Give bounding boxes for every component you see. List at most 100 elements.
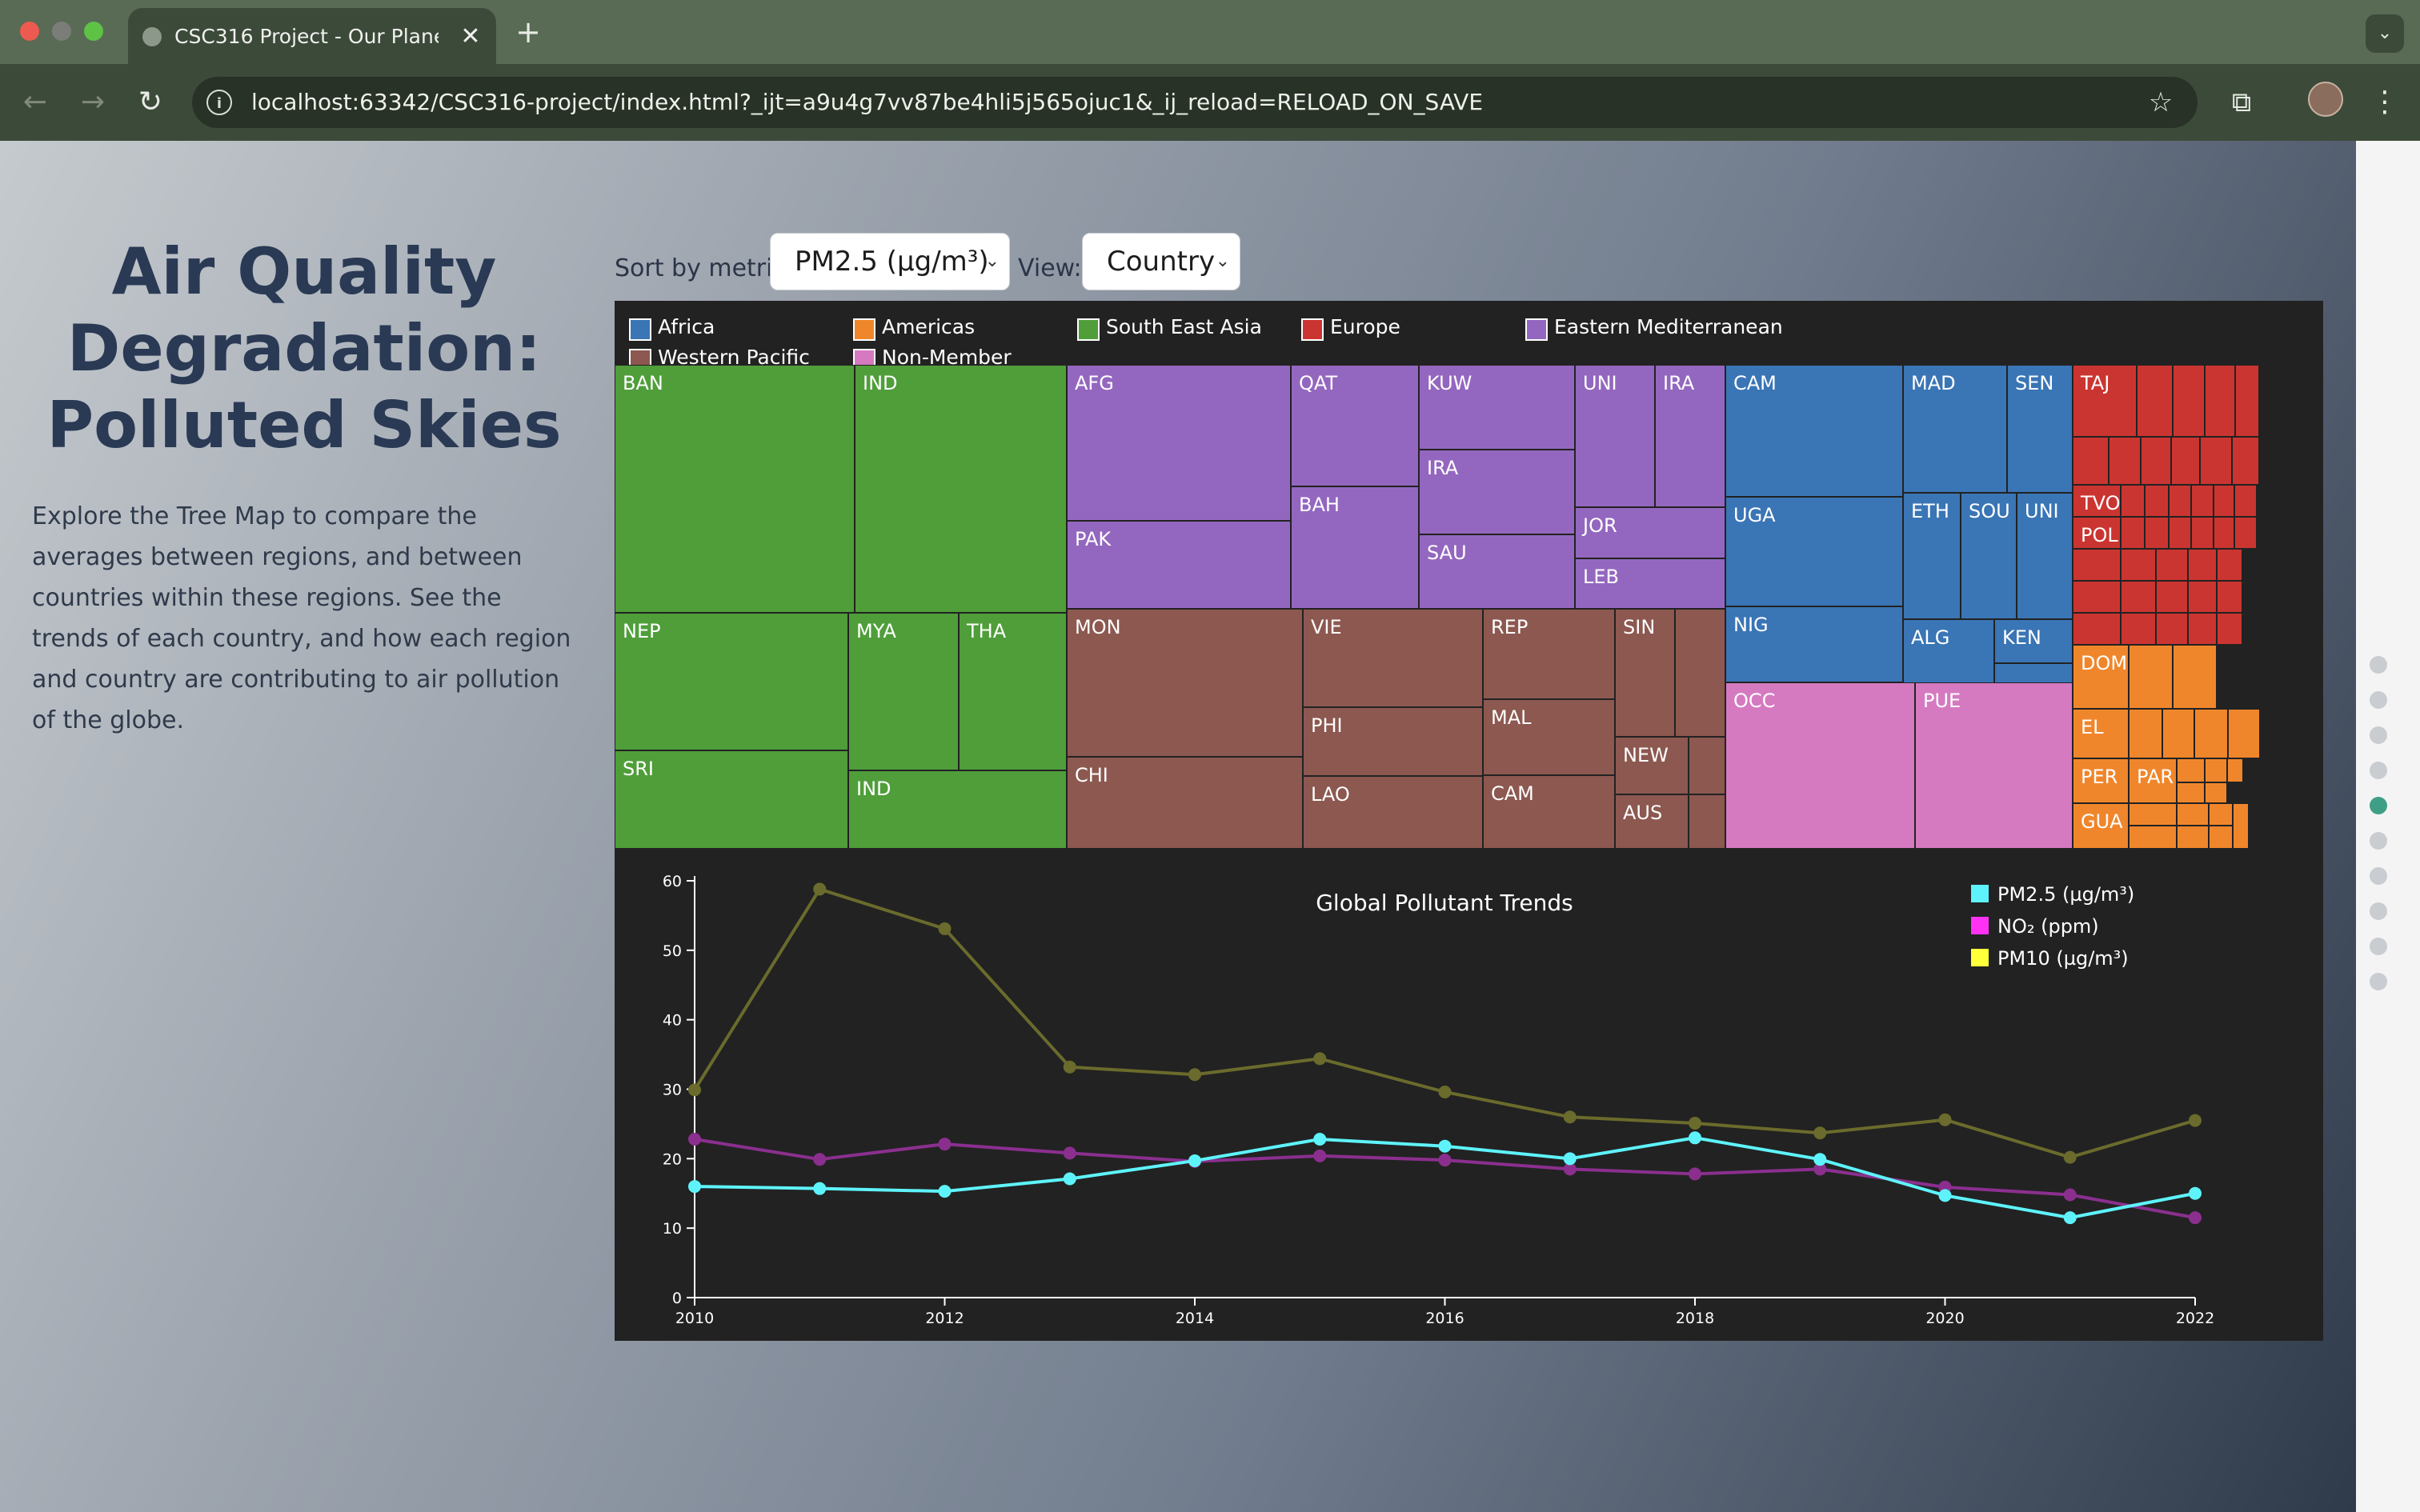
treemap-cell-mal[interactable]: MAL — [1483, 699, 1615, 775]
treemap-cell-eth[interactable]: ETH — [1903, 493, 1961, 619]
treemap-cell-small[interactable] — [2156, 613, 2188, 645]
browser-tab[interactable]: CSC316 Project - Our Planet ✕ — [128, 8, 496, 64]
back-arrow-icon[interactable]: ← — [16, 83, 54, 122]
treemap-cell-ira[interactable]: IRA — [1655, 365, 1725, 507]
reload-icon[interactable]: ↻ — [131, 83, 170, 122]
address-bar[interactable]: i localhost:63342/CSC316-project/index.h… — [192, 77, 2198, 128]
treemap-cell-small[interactable] — [2205, 758, 2227, 782]
minimize-window-button[interactable] — [52, 22, 71, 41]
profile-avatar[interactable] — [2308, 82, 2343, 117]
treemap-cell-small[interactable] — [2173, 645, 2217, 709]
treemap-cell-small[interactable] — [2188, 581, 2217, 613]
section-nav-dot[interactable] — [2370, 832, 2387, 850]
treemap-cell-small[interactable] — [2121, 613, 2156, 645]
treemap-cell-small[interactable] — [2109, 437, 2141, 485]
treemap-cell-small[interactable] — [2177, 782, 2205, 803]
section-nav-dot[interactable] — [2370, 726, 2387, 744]
treemap-cell-occ[interactable]: OCC — [1725, 682, 1915, 849]
treemap-cell-small[interactable] — [2156, 581, 2188, 613]
treemap-cell-taj[interactable]: TAJ — [2073, 365, 2137, 437]
section-nav-dot[interactable] — [2370, 691, 2387, 709]
treemap-cell-el[interactable]: EL — [2073, 709, 2129, 758]
treemap-cell-bah[interactable]: BAH — [1291, 486, 1419, 609]
treemap-cell-small[interactable] — [2121, 485, 2145, 517]
treemap-cell-sen[interactable]: SEN — [2007, 365, 2073, 493]
section-nav-dot[interactable] — [2370, 973, 2387, 990]
treemap-cell-small[interactable] — [2235, 365, 2259, 437]
treemap-cell-small[interactable] — [1689, 737, 1725, 794]
sort-metric-select[interactable]: PM2.5 (µg/m³) ⌄ — [770, 233, 1010, 290]
extensions-puzzle-icon[interactable]: ⧉ — [2222, 83, 2261, 122]
treemap-cell-gua[interactable]: GUA — [2073, 803, 2129, 849]
treemap-cell-ken[interactable]: KEN — [1994, 619, 2073, 663]
treemap-cell-dom[interactable]: DOM — [2073, 645, 2129, 709]
treemap-cell-small[interactable] — [2234, 485, 2257, 517]
treemap-cell-phi[interactable]: PHI — [1303, 707, 1483, 776]
treemap-cell-small[interactable] — [2145, 485, 2169, 517]
treemap-cell-small[interactable] — [2227, 758, 2243, 782]
treemap-cell-small[interactable] — [2121, 517, 2145, 549]
treemap-cell-small[interactable] — [2188, 613, 2217, 645]
treemap-cell-jor[interactable]: JOR — [1575, 507, 1725, 558]
new-tab-button[interactable]: + — [512, 14, 544, 50]
treemap-cell-pue[interactable]: PUE — [1915, 682, 2073, 849]
treemap-cell-nig[interactable]: NIG — [1725, 606, 1903, 682]
treemap-cell-par[interactable]: PAR — [2129, 758, 2177, 803]
treemap-cell-tvo[interactable]: TVO — [2073, 485, 2121, 517]
treemap-cell-small[interactable] — [2169, 517, 2191, 549]
section-nav-dot[interactable] — [2370, 656, 2387, 674]
treemap-cell-small[interactable] — [2129, 709, 2162, 758]
treemap-cell-mon[interactable]: MON — [1067, 609, 1303, 757]
treemap-cell-small[interactable] — [2232, 437, 2259, 485]
treemap-cell-qat[interactable]: QAT — [1291, 365, 1419, 486]
treemap-cell-mad[interactable]: MAD — [1903, 365, 2007, 493]
treemap-cell-uni[interactable]: UNI — [1575, 365, 1655, 507]
browser-menu-icon[interactable]: ⋮ — [2369, 83, 2401, 122]
treemap-cell-small[interactable] — [1675, 609, 1725, 737]
treemap-cell-small[interactable] — [2121, 581, 2156, 613]
treemap-cell-afg[interactable]: AFG — [1067, 365, 1291, 521]
treemap-cell-small[interactable] — [2156, 549, 2188, 581]
treemap-cell-small[interactable] — [2173, 365, 2205, 437]
treemap-cell-nep[interactable]: NEP — [615, 613, 848, 750]
treemap-cell-small[interactable] — [2145, 517, 2169, 549]
treemap-cell-small[interactable] — [2171, 437, 2200, 485]
treemap-cell-small[interactable] — [2073, 581, 2121, 613]
treemap-cell-small[interactable] — [2233, 803, 2249, 849]
close-window-button[interactable] — [20, 22, 39, 41]
treemap-cell-aus[interactable]: AUS — [1615, 794, 1689, 849]
treemap-cell-tha[interactable]: THA — [959, 613, 1067, 770]
url-text[interactable]: localhost:63342/CSC316-project/index.htm… — [251, 77, 1483, 128]
treemap-cell-pol[interactable]: POL — [2073, 517, 2121, 549]
forward-arrow-icon[interactable]: → — [74, 83, 112, 122]
treemap-cell-pak[interactable]: PAK — [1067, 521, 1291, 609]
treemap-cell-kuw[interactable]: KUW — [1419, 365, 1575, 450]
treemap-cell-sou[interactable]: SOU — [1961, 493, 2017, 619]
treemap-cell-small[interactable] — [2073, 549, 2121, 581]
treemap-cell-small[interactable] — [2177, 758, 2205, 782]
section-nav-dot[interactable] — [2370, 902, 2387, 920]
treemap-cell-alg[interactable]: ALG — [1903, 619, 1994, 689]
treemap-cell-small[interactable] — [2214, 485, 2234, 517]
treemap-cell-small[interactable] — [2228, 709, 2260, 758]
treemap-cell-small[interactable] — [2217, 613, 2242, 645]
treemap-cell-cam-wp[interactable]: CAM — [1483, 775, 1615, 849]
treemap-cell-small[interactable] — [2141, 437, 2171, 485]
treemap-cell-small[interactable] — [2121, 549, 2156, 581]
treemap-cell-small[interactable] — [2129, 645, 2173, 709]
treemap-cell-small[interactable] — [2200, 437, 2232, 485]
maximize-window-button[interactable] — [84, 22, 103, 41]
treemap-cell-small[interactable] — [2073, 437, 2109, 485]
treemap-cell-small[interactable] — [2191, 517, 2214, 549]
treemap-cell-small[interactable] — [2214, 517, 2234, 549]
section-nav-dot[interactable] — [2370, 938, 2387, 955]
tab-close-button[interactable]: ✕ — [455, 21, 487, 53]
treemap-cell-ira-2[interactable]: IRA — [1419, 450, 1575, 534]
treemap-cell-mya[interactable]: MYA — [848, 613, 959, 770]
treemap-cell-small[interactable] — [2162, 709, 2194, 758]
site-info-icon[interactable]: i — [206, 90, 232, 115]
treemap-cell-small[interactable] — [2177, 803, 2209, 826]
treemap-cell-small[interactable] — [2205, 365, 2235, 437]
treemap-cell-small[interactable] — [2209, 803, 2233, 826]
treemap-cell-small[interactable] — [2169, 485, 2191, 517]
